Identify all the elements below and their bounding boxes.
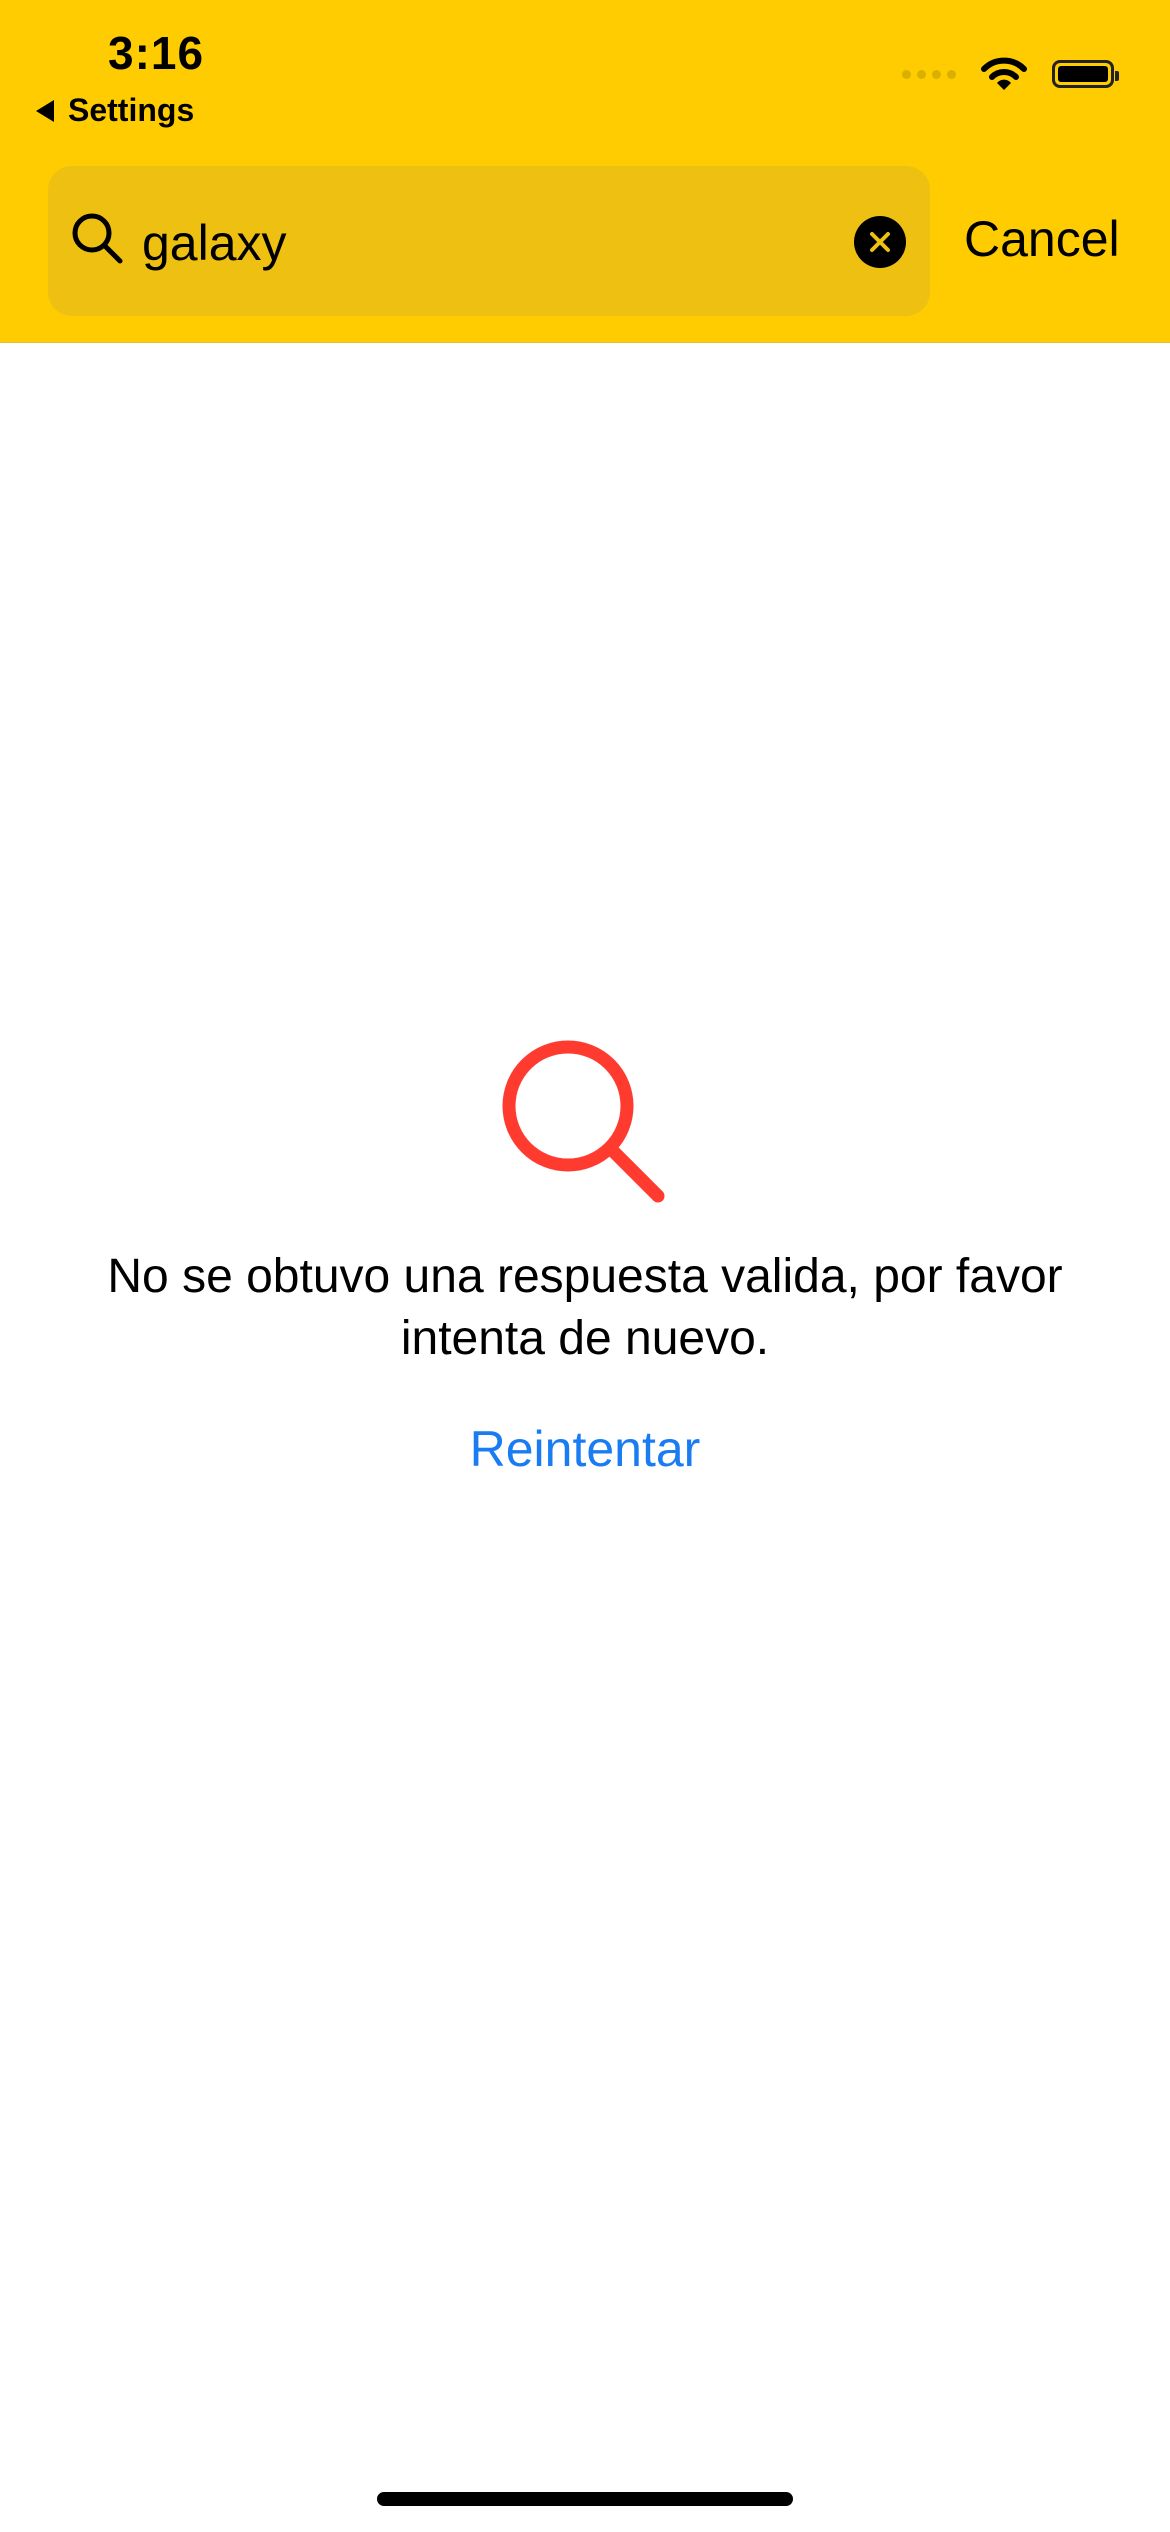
status-indicators [902, 56, 1119, 92]
search-icon [502, 1040, 665, 1203]
cancel-button[interactable]: Cancel [964, 210, 1120, 268]
wifi-icon [981, 57, 1027, 90]
search-icon [72, 213, 123, 264]
header-bar: 3:16 Settings galaxy Cancel [0, 0, 1170, 343]
back-to-settings-link[interactable]: Settings [36, 92, 194, 129]
home-indicator[interactable] [377, 2492, 793, 2506]
battery-icon [1052, 60, 1119, 88]
search-input[interactable]: galaxy [142, 214, 287, 272]
back-label: Settings [68, 92, 195, 128]
search-field[interactable]: galaxy [48, 166, 930, 316]
status-time: 3:16 [108, 27, 205, 79]
clear-search-button[interactable] [854, 216, 906, 268]
retry-button[interactable]: Reintentar [0, 1420, 1170, 1478]
empty-state-message: No se obtuvo una respuesta valida, por f… [107, 1250, 1063, 1365]
cellular-signal-icon [902, 69, 956, 79]
close-icon [870, 232, 890, 252]
back-arrow-icon [36, 99, 54, 122]
